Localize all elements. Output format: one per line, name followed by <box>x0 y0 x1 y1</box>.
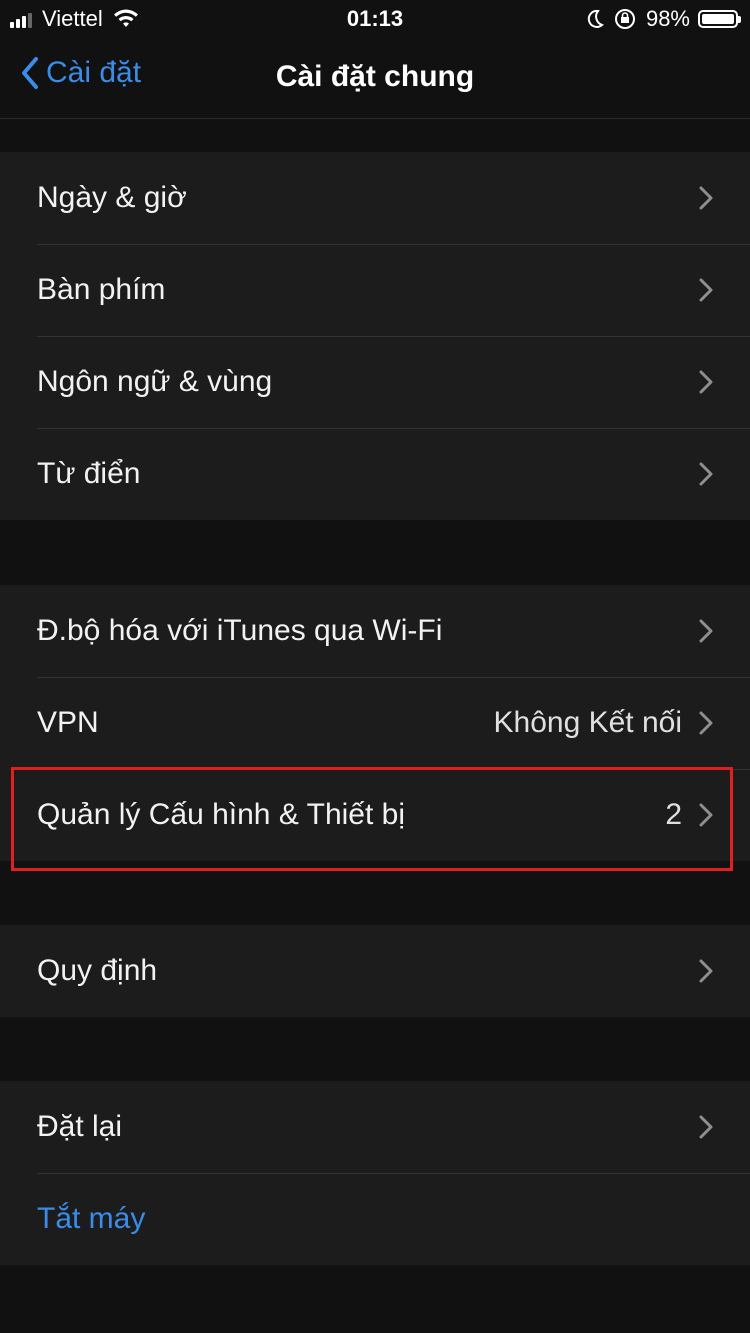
row-dictionary[interactable]: Từ điển <box>0 428 750 520</box>
row-label: Đ.bộ hóa với iTunes qua Wi-Fi <box>37 614 443 647</box>
row-reset[interactable]: Đặt lại <box>0 1081 750 1173</box>
highlight-box <box>11 767 733 871</box>
shut-down-label: Tắt máy <box>37 1202 146 1235</box>
row-language-region[interactable]: Ngôn ngữ & vùng <box>0 336 750 428</box>
row-date-time[interactable]: Ngày & giờ <box>0 152 750 244</box>
row-label: Ngày & giờ <box>37 181 187 214</box>
row-label: Ngôn ngữ & vùng <box>37 365 273 398</box>
row-regulatory[interactable]: Quy định <box>0 925 750 1017</box>
chevron-right-icon <box>699 278 713 302</box>
chevron-right-icon <box>699 711 713 735</box>
battery-percent: 98% <box>645 6 690 31</box>
row-label: Quy định <box>37 954 158 987</box>
status-bar: Viettel 01:13 98% <box>0 0 750 40</box>
status-right: 98% <box>586 6 741 32</box>
vpn-status-value: Không Kết nối <box>493 706 682 739</box>
orientation-lock-icon <box>614 9 635 29</box>
navigation-bar: Cài đặt Cài đặt chung <box>0 40 750 119</box>
chevron-right-icon <box>699 1115 713 1139</box>
row-label: VPN <box>37 706 99 739</box>
moon-icon <box>587 9 604 28</box>
chevron-right-icon <box>699 462 713 486</box>
chevron-right-icon <box>699 959 713 983</box>
row-label: Từ điển <box>37 457 141 490</box>
battery-icon <box>698 10 741 28</box>
chevron-right-icon <box>699 619 713 643</box>
row-itunes-wifi-sync[interactable]: Đ.bộ hóa với iTunes qua Wi-Fi <box>0 585 750 677</box>
page-title: Cài đặt chung <box>275 60 475 93</box>
settings-group-3: Quy định <box>0 925 750 1017</box>
shut-down-button[interactable]: Tắt máy <box>0 1173 750 1265</box>
row-keyboard[interactable]: Bàn phím <box>0 244 750 336</box>
chevron-right-icon <box>699 370 713 394</box>
settings-group-1: Ngày & giờ Bàn phím Ngôn ngữ & vùng Từ đ… <box>0 152 750 520</box>
settings-group-4: Đặt lại Tắt máy <box>0 1081 750 1265</box>
row-label: Bàn phím <box>37 273 166 306</box>
row-label: Đặt lại <box>37 1110 123 1143</box>
chevron-right-icon <box>699 186 713 210</box>
row-vpn[interactable]: VPN Không Kết nối <box>0 677 750 769</box>
